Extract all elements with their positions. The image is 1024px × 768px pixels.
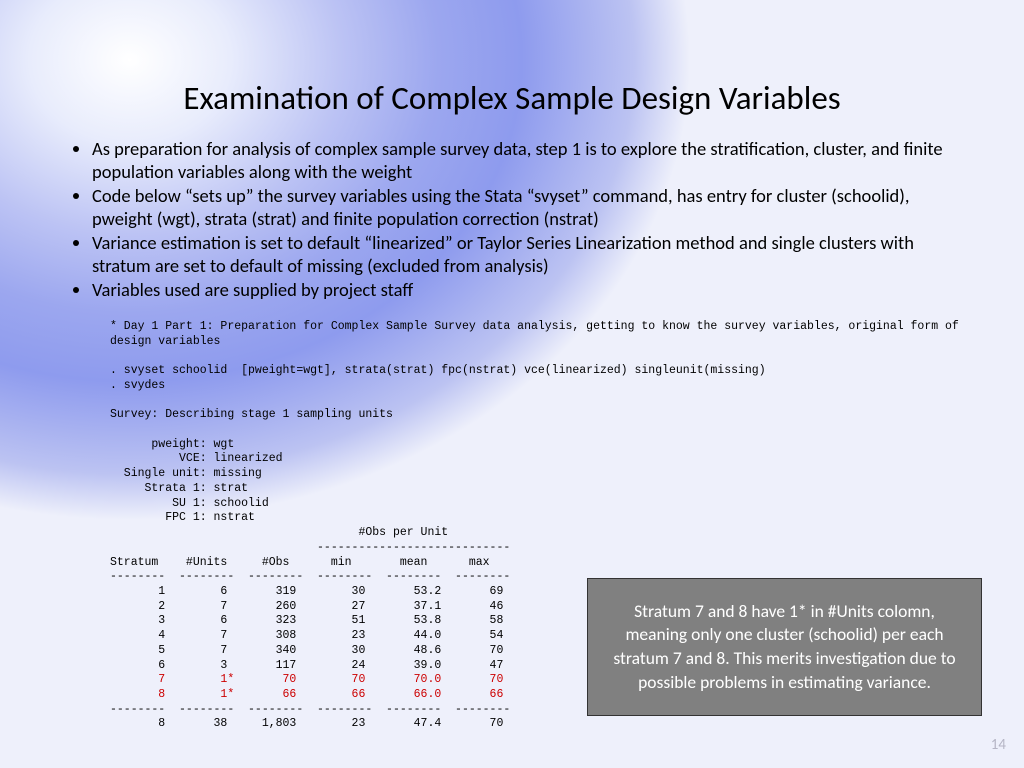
bullet-item: As preparation for analysis of complex s… [92, 138, 964, 183]
code-table-row: 3 6 323 51 53.8 58 [110, 614, 503, 627]
callout-box: Stratum 7 and 8 have 1* in #Units colomn… [587, 578, 982, 716]
code-table-row-flagged: 8 1* 66 66 66.0 66 [110, 688, 503, 701]
code-table-row: 5 7 340 30 48.6 70 [110, 644, 503, 657]
code-table-row: 2 7 260 27 37.1 46 [110, 600, 503, 613]
code-comment: * Day 1 Part 1: Preparation for Complex … [110, 320, 959, 348]
callout-text: Stratum 7 and 8 have 1* in #Units colomn… [606, 600, 963, 695]
code-dash-row: -------- -------- -------- -------- ----… [110, 703, 510, 716]
code-table-row-flagged: 7 1* 70 70 70.0 70 [110, 673, 503, 686]
bullet-item: Variables used are supplied by project s… [92, 279, 964, 302]
code-dash-row: -------- -------- -------- -------- ----… [110, 570, 510, 583]
bullet-item: Variance estimation is set to default “l… [92, 232, 964, 277]
code-svydes-cmd: . svydes [110, 379, 165, 392]
code-obs-header: #Obs per Unit --------------------------… [110, 526, 510, 554]
code-svyset-cmd: . svyset schoolid [pweight=wgt], strata(… [110, 364, 766, 377]
slide-title: Examination of Complex Sample Design Var… [0, 78, 1024, 118]
bullet-list: As preparation for analysis of complex s… [66, 138, 964, 304]
code-table-row: 6 3 117 24 39.0 47 [110, 659, 503, 672]
page-number: 14 [991, 736, 1006, 754]
code-table-total: 8 38 1,803 23 47.4 70 [110, 717, 503, 730]
code-table-row: 4 7 308 23 44.0 54 [110, 629, 503, 642]
code-table-header: Stratum #Units #Obs min mean max [110, 556, 490, 569]
code-settings: pweight: wgt VCE: linearized Single unit… [110, 438, 283, 525]
slide: Examination of Complex Sample Design Var… [0, 0, 1024, 768]
bullet-item: Code below “sets up” the survey variable… [92, 185, 964, 230]
code-table-row: 1 6 319 30 53.2 69 [110, 585, 503, 598]
code-survey-heading: Survey: Describing stage 1 sampling unit… [110, 408, 393, 421]
